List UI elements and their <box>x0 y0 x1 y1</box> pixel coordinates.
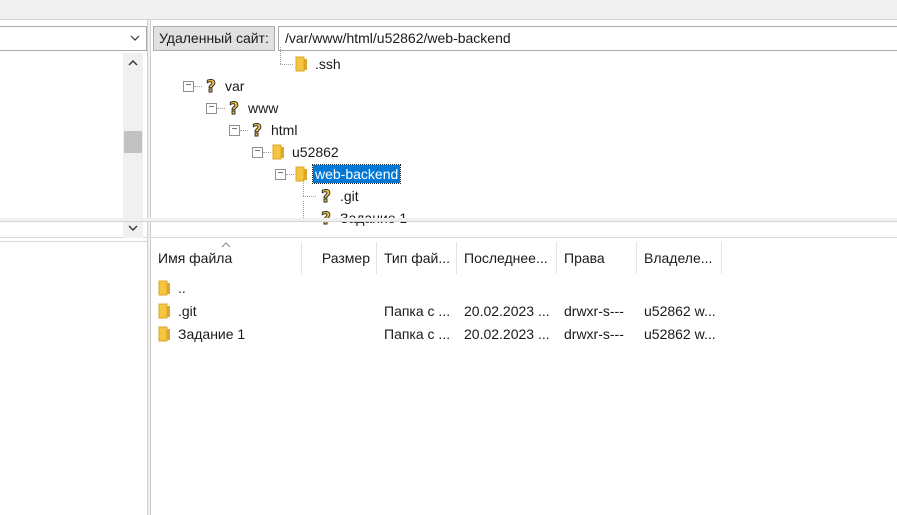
column-header-size[interactable]: Размер <box>302 242 377 274</box>
file-list-header: Имя файла Размер Тип фай... Последнее...… <box>151 242 897 274</box>
file-type: Папка с ... <box>384 325 451 342</box>
tree-item[interactable]: web-backend <box>295 163 402 185</box>
collapse-toggle[interactable]: − <box>229 125 240 136</box>
file-date: 20.02.2023 ... <box>464 302 550 319</box>
tree-connector <box>303 179 304 196</box>
tree-item-label: .ssh <box>315 56 341 72</box>
tree-connector <box>280 47 281 64</box>
chevron-up-icon <box>128 60 138 66</box>
remote-pane: Удаленный сайт: /var/www/html/u52862/web… <box>151 20 897 515</box>
column-header-name[interactable]: Имя файла <box>151 242 302 274</box>
remote-tree[interactable]: .ssh? var −? www −? html − u52862− web-backend −?… <box>151 47 897 238</box>
tree-connector <box>303 201 304 218</box>
local-pane <box>0 20 147 515</box>
column-type-label: Тип фай... <box>384 250 451 266</box>
column-owner-label: Владеле... <box>644 250 713 266</box>
svg-text:?: ? <box>252 121 262 139</box>
unknown-folder-icon: ? <box>249 121 265 139</box>
file-name-cell: Задание 1 <box>151 326 302 342</box>
tree-item-label: u52862 <box>292 144 339 160</box>
svg-text:?: ? <box>229 99 239 117</box>
file-date: 20.02.2023 ... <box>464 325 550 342</box>
tree-connector <box>303 196 316 197</box>
column-size-label: Размер <box>321 250 370 266</box>
folder-icon <box>158 303 172 319</box>
tree-item[interactable]: .ssh <box>295 53 343 75</box>
svg-text:?: ? <box>206 77 216 95</box>
file-name: Задание 1 <box>178 325 246 342</box>
collapse-toggle[interactable]: − <box>252 147 263 158</box>
svg-text:?: ? <box>321 187 331 205</box>
file-permissions: drwxr-s--- <box>564 325 624 342</box>
folder-icon <box>272 144 286 160</box>
folder-icon <box>295 56 309 72</box>
tree-item[interactable]: ? www <box>226 97 280 119</box>
file-owner: u52862 w... <box>644 302 716 319</box>
local-path-combo[interactable] <box>0 26 147 51</box>
column-name-label: Имя файла <box>158 250 233 266</box>
top-strip <box>0 0 897 20</box>
folder-icon <box>295 166 309 182</box>
table-row[interactable]: .. <box>151 276 897 299</box>
column-header-owner[interactable]: Владеле... <box>637 242 722 274</box>
horizontal-splitter[interactable] <box>0 218 897 222</box>
tree-item-label: www <box>248 100 279 116</box>
table-row[interactable]: .git Папка с ... 20.02.2023 ... drwxr-s--- u… <box>151 299 897 322</box>
tree-connector <box>217 108 225 109</box>
file-name: .git <box>178 302 197 319</box>
remote-site-bar: Удаленный сайт: /var/www/html/u52862/web… <box>151 26 897 51</box>
column-perm-label: Права <box>564 250 605 266</box>
tree-item[interactable]: u52862 <box>272 141 341 163</box>
scroll-thumb[interactable] <box>124 131 142 153</box>
remote-site-label: Удаленный сайт: <box>153 26 275 51</box>
tree-connector <box>240 130 248 131</box>
tree-item-label: var <box>225 78 245 94</box>
column-header-date[interactable]: Последнее... <box>457 242 557 274</box>
tree-item[interactable]: ? var <box>203 75 246 97</box>
unknown-folder-icon: ? <box>203 77 219 95</box>
file-owner: u52862 w... <box>644 325 716 342</box>
file-type: Папка с ... <box>384 302 451 319</box>
tree-item-label: .git <box>340 188 359 204</box>
tree-item[interactable]: ? .git <box>318 185 361 207</box>
chevron-down-icon[interactable] <box>128 31 142 45</box>
file-permissions: drwxr-s--- <box>564 302 624 319</box>
local-tree-scrollbar[interactable] <box>123 53 143 238</box>
file-name-cell: .git <box>151 303 302 319</box>
tree-item-label: web-backend <box>311 164 402 184</box>
collapse-toggle[interactable]: − <box>206 103 217 114</box>
tree-item-label: html <box>271 122 298 138</box>
tree-connector <box>286 174 294 175</box>
tree-connector <box>263 152 271 153</box>
folder-icon <box>158 326 172 342</box>
folder-icon <box>158 280 172 296</box>
tree-connector <box>280 64 293 65</box>
sort-ascending-icon <box>221 242 231 248</box>
column-header-type[interactable]: Тип фай... <box>377 242 457 274</box>
remote-file-list[interactable]: Имя файла Размер Тип фай... Последнее...… <box>151 242 897 515</box>
unknown-folder-icon: ? <box>318 187 334 205</box>
local-tree[interactable] <box>0 53 147 238</box>
remote-path-input[interactable]: /var/www/html/u52862/web-backend <box>278 26 897 51</box>
chevron-down-icon <box>128 225 138 231</box>
file-name: .. <box>178 279 186 296</box>
column-date-label: Последнее... <box>464 250 548 266</box>
tree-connector <box>194 86 202 87</box>
collapse-toggle[interactable]: − <box>275 169 286 180</box>
file-name-cell: .. <box>151 280 302 296</box>
scroll-up-button[interactable] <box>123 53 143 73</box>
unknown-folder-icon: ? <box>226 99 242 117</box>
tree-item[interactable]: ? html <box>249 119 299 141</box>
collapse-toggle[interactable]: − <box>183 81 194 92</box>
table-row[interactable]: Задание 1 Папка с ... 20.02.2023 ... drwxr-… <box>151 322 897 345</box>
local-file-list[interactable] <box>0 241 147 515</box>
column-header-permissions[interactable]: Права <box>557 242 637 274</box>
